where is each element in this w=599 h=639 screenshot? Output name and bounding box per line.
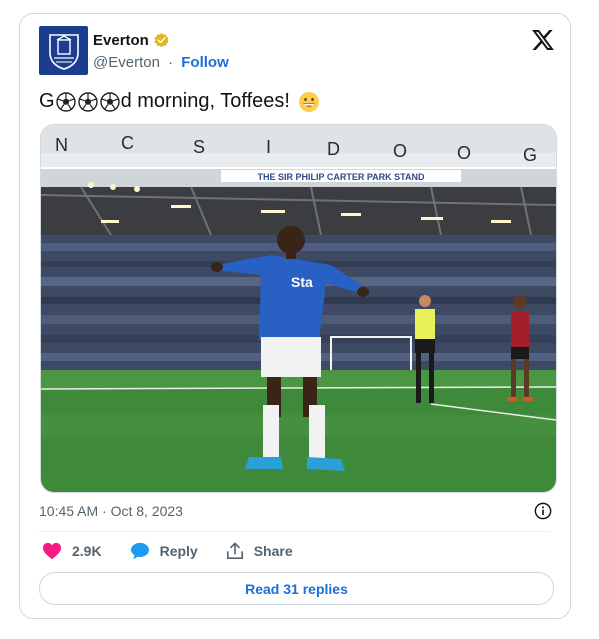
tweet-photo[interactable]: N C S I D O O G THE SIR PHILIP CARTER PARK ST… xyxy=(40,124,557,493)
heart-icon xyxy=(43,542,61,560)
tweet-timestamp[interactable]: 10:45 AM · Oct 8, 2023 xyxy=(39,503,183,519)
verified-badge-icon xyxy=(153,32,170,49)
tweet-card: Everton @Everton · Follow G d morning, T… xyxy=(19,13,571,619)
svg-text:O: O xyxy=(393,141,407,161)
like-button[interactable]: 2.9K xyxy=(42,542,102,560)
divider xyxy=(39,531,551,532)
author-name[interactable]: Everton xyxy=(93,32,170,49)
svg-text:N: N xyxy=(55,135,68,155)
svg-text:S: S xyxy=(193,137,205,157)
everton-crest-icon xyxy=(48,33,79,70)
handle-row: @Everton · Follow xyxy=(93,54,229,71)
stadium-photo: N C S I D O O G THE SIR PHILIP CARTER PARK ST… xyxy=(41,125,556,492)
stand-sign: THE SIR PHILIP CARTER PARK STAND xyxy=(257,172,425,182)
reply-bubble-icon xyxy=(130,542,149,560)
svg-text:G: G xyxy=(523,145,537,165)
soccer-ball-icon xyxy=(99,91,120,112)
read-replies-button[interactable]: Read 31 replies xyxy=(39,572,554,605)
soccer-ball-icon xyxy=(55,91,76,112)
info-icon[interactable] xyxy=(534,502,552,525)
avatar[interactable] xyxy=(39,26,88,75)
share-label: Share xyxy=(253,543,293,559)
tweet-text-suffix: d morning, Toffees! xyxy=(120,90,290,112)
share-button[interactable]: Share xyxy=(226,542,293,560)
author-handle[interactable]: @Everton xyxy=(93,54,160,71)
shirt-sponsor: Sta xyxy=(291,274,313,290)
reply-button[interactable]: Reply xyxy=(130,542,198,560)
x-logo-icon[interactable] xyxy=(532,30,554,55)
tweet-text-prefix: G xyxy=(39,90,55,112)
svg-text:D: D xyxy=(327,139,340,159)
svg-text:I: I xyxy=(266,137,271,157)
svg-text:O: O xyxy=(457,143,471,163)
follow-button[interactable]: Follow xyxy=(181,54,229,71)
likes-count: 2.9K xyxy=(72,543,102,559)
action-bar: 2.9K Reply Share xyxy=(42,542,321,560)
separator-dot: · xyxy=(168,54,174,71)
svg-text:C: C xyxy=(121,133,134,153)
reply-label: Reply xyxy=(159,543,198,559)
share-icon xyxy=(226,542,243,560)
soccer-ball-icon xyxy=(77,91,98,112)
tweet-text: G d morning, Toffees! xyxy=(39,90,320,113)
grinning-face-icon xyxy=(298,91,319,112)
author-display-name[interactable]: Everton xyxy=(93,32,149,49)
